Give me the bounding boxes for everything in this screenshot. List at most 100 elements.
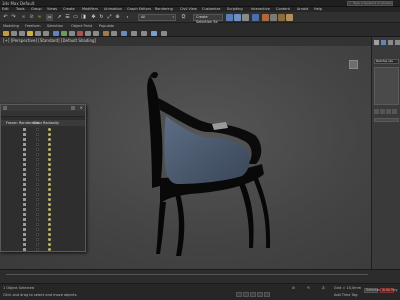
radiosity-toggle[interactable] xyxy=(48,133,51,136)
radiosity-toggle[interactable] xyxy=(48,223,51,226)
scale-icon[interactable]: ⤢ xyxy=(106,14,113,21)
menu-group[interactable]: Group xyxy=(31,7,42,11)
close-icon[interactable]: × xyxy=(80,105,83,110)
radiosity-toggle[interactable] xyxy=(48,233,51,236)
renderable-toggle[interactable] xyxy=(23,153,26,156)
color-swatch[interactable] xyxy=(36,133,39,136)
redo-icon[interactable]: ↷ xyxy=(10,14,17,21)
radiosity-toggle[interactable] xyxy=(48,213,51,216)
renderable-toggle[interactable] xyxy=(23,148,26,151)
renderable-toggle[interactable] xyxy=(23,203,26,206)
menu-views[interactable]: Views xyxy=(47,7,57,11)
color-swatch[interactable] xyxy=(36,243,39,246)
color-swatch[interactable] xyxy=(36,173,39,176)
selection-filter-dropdown[interactable]: All xyxy=(46,14,53,21)
make-unique-icon[interactable] xyxy=(386,109,391,114)
color-swatch[interactable] xyxy=(36,188,39,191)
align-ribbon-icon[interactable] xyxy=(85,31,91,36)
radiosity-toggle[interactable] xyxy=(48,178,51,181)
edit-icon[interactable] xyxy=(61,31,67,36)
color-swatch[interactable] xyxy=(36,198,39,201)
show-end-result-icon[interactable] xyxy=(380,109,385,114)
renderable-toggle[interactable] xyxy=(23,223,26,226)
menu-content[interactable]: Content xyxy=(276,7,290,11)
renderable-toggle[interactable] xyxy=(23,248,26,251)
column-frozen[interactable]: Frozen xyxy=(6,121,17,125)
radiosity-toggle[interactable] xyxy=(48,198,51,201)
radiosity-toggle[interactable] xyxy=(48,238,51,241)
edit-named-selection-icon[interactable]: ⛭ xyxy=(180,14,187,21)
layer-explorer-icon[interactable] xyxy=(242,14,249,21)
timeline[interactable] xyxy=(0,269,400,283)
selection-filter-select[interactable]: All ▾ xyxy=(138,14,176,21)
renderable-toggle[interactable] xyxy=(23,168,26,171)
vertex-icon[interactable] xyxy=(11,31,17,36)
radiosity-toggle[interactable] xyxy=(48,148,51,151)
modify-selection-icon[interactable] xyxy=(53,31,59,36)
renderable-toggle[interactable] xyxy=(23,128,26,131)
tab-object-paint[interactable]: Object Paint xyxy=(71,24,92,28)
tris-icon[interactable] xyxy=(111,31,117,36)
rectangular-selection-icon[interactable]: ▭ xyxy=(72,14,79,21)
menu-tools[interactable]: Tools xyxy=(16,7,25,11)
viewcube[interactable] xyxy=(349,60,358,69)
color-swatch[interactable] xyxy=(36,153,39,156)
renderable-toggle[interactable] xyxy=(23,143,26,146)
render-frame-icon[interactable] xyxy=(278,14,285,21)
renderable-toggle[interactable] xyxy=(23,133,26,136)
menu-graph-editors[interactable]: Graph Editors xyxy=(127,7,151,11)
border-icon[interactable] xyxy=(27,31,33,36)
reference-coordinate-icon[interactable]: ▾ xyxy=(124,14,131,21)
auto-key-button[interactable]: Auto Key xyxy=(380,288,398,293)
scene-explorer-panel[interactable]: × Frozen Renderable Color Radiosity xyxy=(0,104,86,252)
play-icon[interactable] xyxy=(250,292,256,297)
renderable-toggle[interactable] xyxy=(23,193,26,196)
radiosity-toggle[interactable] xyxy=(48,173,51,176)
color-swatch[interactable] xyxy=(36,213,39,216)
radiosity-toggle[interactable] xyxy=(48,218,51,221)
radiosity-toggle[interactable] xyxy=(48,188,51,191)
color-swatch[interactable] xyxy=(36,248,39,251)
window-crossing-icon[interactable]: ◨ xyxy=(80,14,87,21)
tab-modeling[interactable]: Modeling xyxy=(3,24,19,28)
next-frame-icon[interactable] xyxy=(257,292,263,297)
properties-field[interactable] xyxy=(374,118,399,122)
undo-icon[interactable]: ↶ xyxy=(2,14,9,21)
menu-animation[interactable]: Animation xyxy=(104,7,122,11)
rotate-icon[interactable]: ↻ xyxy=(98,14,105,21)
radiosity-toggle[interactable] xyxy=(48,168,51,171)
smooth-icon[interactable] xyxy=(121,31,127,36)
properties-icon[interactable] xyxy=(93,31,99,36)
subdivision-icon[interactable] xyxy=(77,31,83,36)
geometry-icon[interactable] xyxy=(69,31,75,36)
tab-freeform[interactable]: Freeform xyxy=(25,24,41,28)
column-color[interactable]: Color xyxy=(33,121,42,125)
tab-populate[interactable]: Populate xyxy=(99,24,114,28)
unlink-icon[interactable]: ⊘ xyxy=(28,14,35,21)
goto-start-icon[interactable] xyxy=(236,292,242,297)
color-swatch[interactable] xyxy=(36,208,39,211)
renderable-toggle[interactable] xyxy=(23,178,26,181)
explorer-menu-icon[interactable] xyxy=(3,106,7,110)
search-input[interactable]: ⌕ Type a keyword or phrase xyxy=(347,1,393,6)
color-swatch[interactable] xyxy=(36,138,39,141)
column-radiosity[interactable]: Radiosity xyxy=(43,121,59,125)
hierarchy-tab-icon[interactable] xyxy=(388,40,393,45)
radiosity-toggle[interactable] xyxy=(48,163,51,166)
menu-scripting[interactable]: Scripting xyxy=(227,7,243,11)
menu-modifiers[interactable]: Modifiers xyxy=(82,7,98,11)
color-swatch[interactable] xyxy=(36,158,39,161)
modify-tab-icon[interactable] xyxy=(381,40,386,45)
renderable-toggle[interactable] xyxy=(23,163,26,166)
time-slider-track[interactable] xyxy=(6,271,368,275)
renderable-toggle[interactable] xyxy=(23,188,26,191)
visibility-icon[interactable] xyxy=(131,31,137,36)
grab-icon[interactable] xyxy=(161,31,167,36)
radiosity-toggle[interactable] xyxy=(48,193,51,196)
color-swatch[interactable] xyxy=(36,228,39,231)
previous-frame-icon[interactable] xyxy=(243,292,249,297)
move-icon[interactable]: ✥ xyxy=(90,14,97,21)
menu-edit[interactable]: Edit xyxy=(2,7,9,11)
color-swatch[interactable] xyxy=(36,143,39,146)
renderable-toggle[interactable] xyxy=(23,198,26,201)
